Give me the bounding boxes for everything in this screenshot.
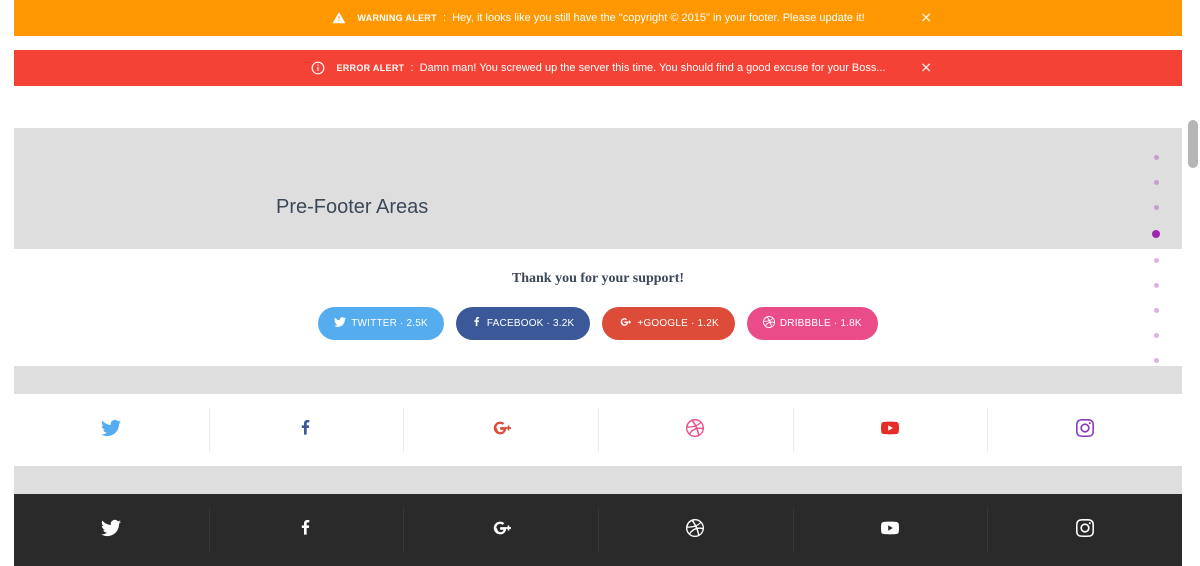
instagram-link[interactable] xyxy=(987,394,1182,466)
alert-warning-label: WARNING ALERT xyxy=(357,13,437,23)
facebook-button[interactable]: FACEBOOK · 3.2K xyxy=(456,307,590,340)
facebook-icon xyxy=(298,518,314,543)
support-title: Thank you for your support! xyxy=(14,271,1182,287)
twitter-icon xyxy=(101,418,121,443)
support-band: Thank you for your support! TWITTER · 2.… xyxy=(14,249,1182,366)
youtube-icon xyxy=(879,519,901,542)
social-icon-row-dark xyxy=(14,494,1182,566)
twitter-icon xyxy=(334,316,346,331)
twitter-link[interactable] xyxy=(14,394,209,466)
alert-warning-sep: : xyxy=(443,12,446,24)
facebook-link[interactable] xyxy=(209,494,404,566)
dribbble-button-label: DRIBBBLE · 1.8K xyxy=(780,318,862,329)
google-link[interactable] xyxy=(403,494,598,566)
alert-error-label: ERROR ALERT xyxy=(336,63,404,73)
alert-warning-message: Hey, it looks like you still have the "c… xyxy=(452,12,865,24)
youtube-link[interactable] xyxy=(793,394,988,466)
pager-dot[interactable] xyxy=(1154,180,1159,185)
instagram-icon xyxy=(1076,419,1094,442)
google-plus-icon xyxy=(618,316,632,331)
section-title: Pre-Footer Areas xyxy=(14,196,1182,219)
twitter-button[interactable]: TWITTER · 2.5K xyxy=(318,307,444,340)
error-info-icon xyxy=(310,60,326,76)
google-button[interactable]: +GOOGLE · 1.2K xyxy=(602,307,734,340)
pager-dot[interactable] xyxy=(1154,333,1159,338)
pager-dot[interactable] xyxy=(1154,283,1159,288)
pager-dot[interactable] xyxy=(1154,308,1159,313)
dribbble-link[interactable] xyxy=(598,494,793,566)
alert-warning: WARNING ALERT : Hey, it looks like you s… xyxy=(14,0,1182,36)
alert-error-sep: : xyxy=(410,62,413,74)
pager-dot[interactable] xyxy=(1154,358,1159,363)
alert-error: ERROR ALERT : Damn man! You screwed up t… xyxy=(14,50,1182,86)
alert-warning-close-icon[interactable]: ✕ xyxy=(920,10,932,27)
google-plus-icon xyxy=(490,518,512,543)
facebook-link[interactable] xyxy=(209,394,404,466)
youtube-icon xyxy=(879,419,901,442)
dribbble-link[interactable] xyxy=(598,394,793,466)
instagram-icon xyxy=(1076,519,1094,542)
google-plus-icon xyxy=(490,418,512,443)
alert-error-message: Damn man! You screwed up the server this… xyxy=(420,62,886,74)
facebook-icon xyxy=(472,316,482,331)
facebook-button-label: FACEBOOK · 3.2K xyxy=(487,318,574,329)
social-pill-row: TWITTER · 2.5K FACEBOOK · 3.2K +GOOGLE ·… xyxy=(318,307,878,340)
dribbble-button[interactable]: DRIBBBLE · 1.8K xyxy=(747,307,878,340)
twitter-link[interactable] xyxy=(14,494,209,566)
warning-triangle-icon xyxy=(331,10,347,26)
facebook-icon xyxy=(298,418,314,443)
twitter-icon xyxy=(101,518,121,543)
dribbble-icon xyxy=(686,519,704,542)
alert-error-body: ERROR ALERT : Damn man! You screwed up t… xyxy=(336,62,885,74)
pager-dot[interactable] xyxy=(1154,258,1159,263)
dribbble-icon xyxy=(686,419,704,442)
pager-dot[interactable] xyxy=(1152,230,1160,238)
twitter-button-label: TWITTER · 2.5K xyxy=(351,318,428,329)
scrollbar-thumb[interactable] xyxy=(1188,120,1198,168)
pager-dot[interactable] xyxy=(1154,205,1159,210)
alert-error-close-icon[interactable]: ✕ xyxy=(920,60,932,77)
social-icon-row-light xyxy=(14,394,1182,466)
section-pager xyxy=(1154,155,1161,363)
youtube-link[interactable] xyxy=(793,494,988,566)
pager-dot[interactable] xyxy=(1154,155,1159,160)
dribbble-icon xyxy=(763,316,775,331)
alert-warning-body: WARNING ALERT : Hey, it looks like you s… xyxy=(357,12,864,24)
google-link[interactable] xyxy=(403,394,598,466)
instagram-link[interactable] xyxy=(987,494,1182,566)
google-button-label: +GOOGLE · 1.2K xyxy=(637,318,718,329)
